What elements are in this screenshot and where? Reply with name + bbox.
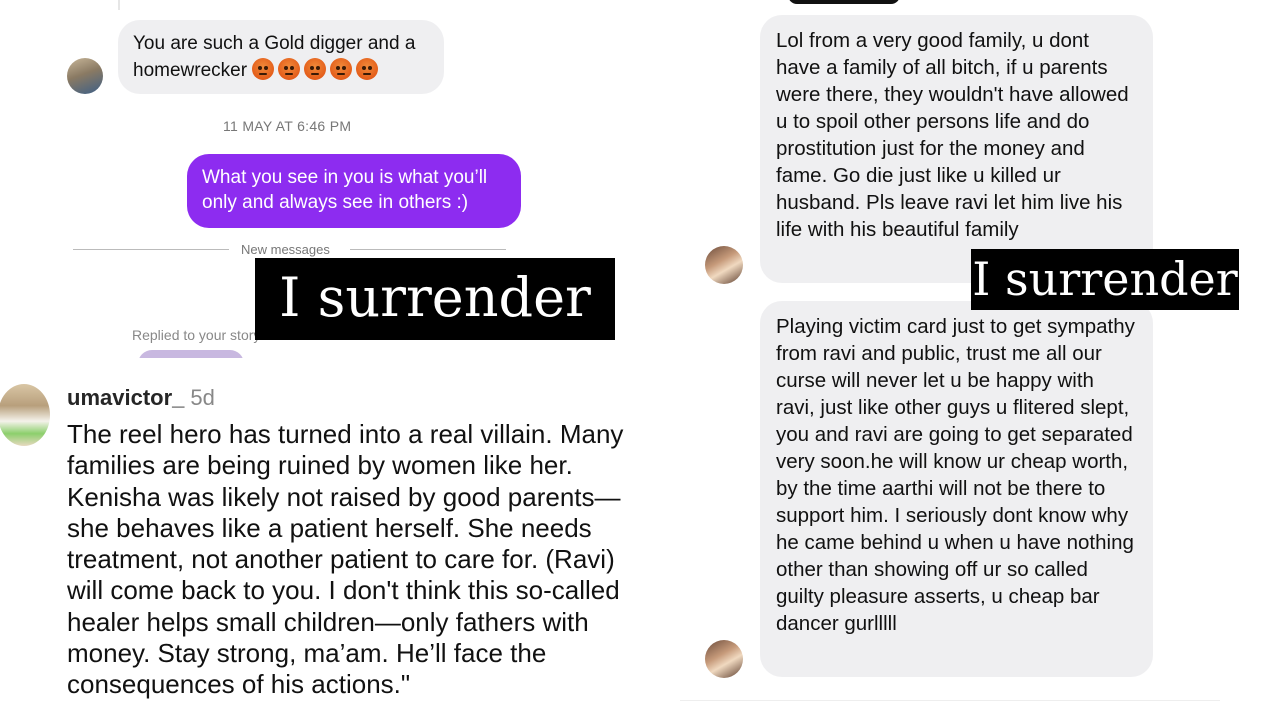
story-preview-thumbnail[interactable] bbox=[138, 350, 244, 358]
enraged-face-icon bbox=[356, 58, 379, 80]
new-messages-divider-right bbox=[350, 249, 506, 250]
sender-avatar-1[interactable] bbox=[705, 246, 743, 284]
enraged-face-icon bbox=[330, 58, 353, 80]
thread-bottom-divider bbox=[680, 700, 1220, 701]
thread-edge bbox=[118, 0, 120, 10]
comment-time: 5d bbox=[190, 385, 215, 410]
comment-panel: umavictor_ 5d The reel hero has turned in… bbox=[0, 358, 640, 720]
incoming-message-bubble-1: Lol from a very good family, u dont have… bbox=[760, 15, 1153, 283]
surrender-caption-text-right: I surrender bbox=[972, 252, 1238, 306]
comment-body: The reel hero has turned into a real vil… bbox=[67, 419, 624, 700]
emoji-row bbox=[252, 58, 382, 81]
commenter-avatar[interactable] bbox=[0, 384, 50, 446]
outgoing-message-text: What you see in you is what you’ll only … bbox=[202, 167, 488, 213]
sender-avatar[interactable] bbox=[67, 58, 103, 94]
surrender-caption-overlay: I surrender bbox=[255, 258, 615, 340]
new-messages-divider-left bbox=[73, 249, 229, 250]
enraged-face-icon bbox=[252, 58, 275, 80]
previous-media-bubble[interactable] bbox=[788, 0, 900, 4]
new-messages-divider-label: New messages bbox=[241, 242, 330, 257]
outgoing-message-bubble: What you see in you is what you’ll only … bbox=[187, 154, 521, 228]
comment-header: umavictor_ 5d bbox=[67, 385, 215, 411]
surrender-caption-overlay-right: I surrender bbox=[971, 249, 1239, 310]
sender-avatar-2[interactable] bbox=[705, 640, 743, 678]
message-timestamp: 11 MAY AT 6:46 PM bbox=[223, 118, 352, 134]
replied-to-story-label: Replied to your story bbox=[132, 327, 261, 343]
commenter-username[interactable]: umavictor_ bbox=[67, 385, 184, 410]
incoming-message-bubble-2: Playing victim card just to get sympathy… bbox=[760, 301, 1153, 677]
incoming-message-2-text: Playing victim card just to get sympathy… bbox=[776, 315, 1135, 635]
enraged-face-icon bbox=[278, 58, 301, 80]
surrender-caption-text: I surrender bbox=[279, 266, 591, 329]
enraged-face-icon bbox=[304, 58, 327, 80]
incoming-message-1-text: Lol from a very good family, u dont have… bbox=[776, 29, 1129, 241]
dm-thread-top-left: You are such a Gold digger and a homewre… bbox=[0, 0, 640, 358]
dm-thread-right: Lol from a very good family, u dont have… bbox=[660, 0, 1280, 720]
incoming-message-bubble: You are such a Gold digger and a homewre… bbox=[118, 20, 444, 94]
